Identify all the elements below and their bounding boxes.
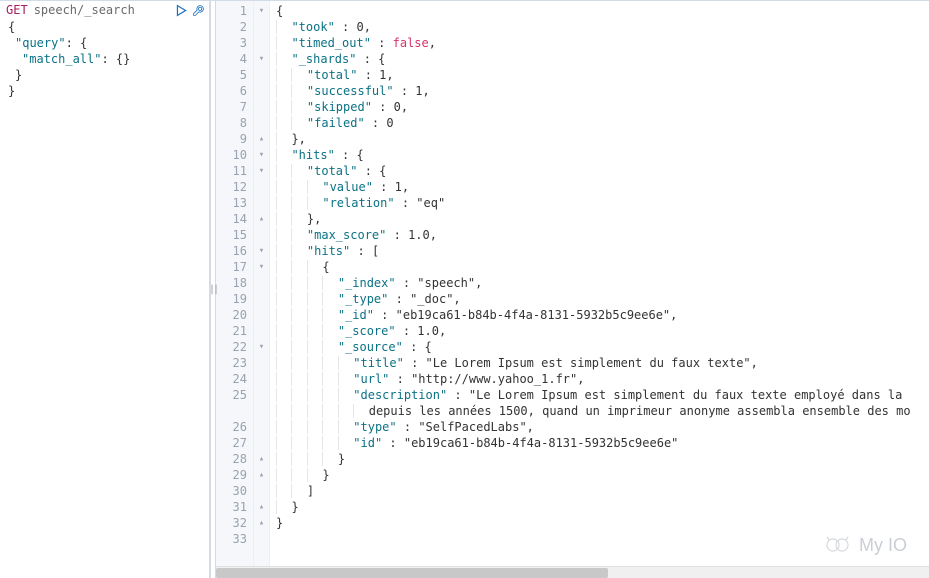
response-code[interactable]: { "took" : 0, "timed_out" : false, "_sha… xyxy=(270,1,929,578)
request-body[interactable]: { "query": { "match_all": {} } } xyxy=(0,19,209,99)
request-path: speech/_search xyxy=(34,3,135,17)
http-method: GET xyxy=(6,3,28,17)
pane-splitter[interactable]: || xyxy=(210,1,216,578)
response-viewer: 1234567891011121314151617181920212223242… xyxy=(216,1,929,578)
body-line: } xyxy=(8,83,209,99)
request-editor[interactable]: GET speech/_search { "query": { "match_a… xyxy=(0,1,210,578)
scrollbar-thumb[interactable] xyxy=(216,568,608,578)
run-icon[interactable] xyxy=(175,4,188,17)
app-root: GET speech/_search { "query": { "match_a… xyxy=(0,0,929,578)
line-gutter: 1234567891011121314151617181920212223242… xyxy=(216,1,254,578)
request-line: GET speech/_search xyxy=(0,1,209,19)
body-line: { xyxy=(8,19,209,35)
fold-gutter[interactable]: ▾ ▾ ▴▾▾ ▴ ▾▾ ▾ ▴▴ ▴▴ xyxy=(254,1,270,578)
body-line: } xyxy=(8,67,209,83)
body-line: "query": { xyxy=(8,35,209,51)
body-line: "match_all": {} xyxy=(8,51,209,67)
horizontal-scrollbar[interactable] xyxy=(216,566,929,578)
wrench-icon[interactable] xyxy=(192,4,205,17)
request-actions xyxy=(175,4,205,17)
